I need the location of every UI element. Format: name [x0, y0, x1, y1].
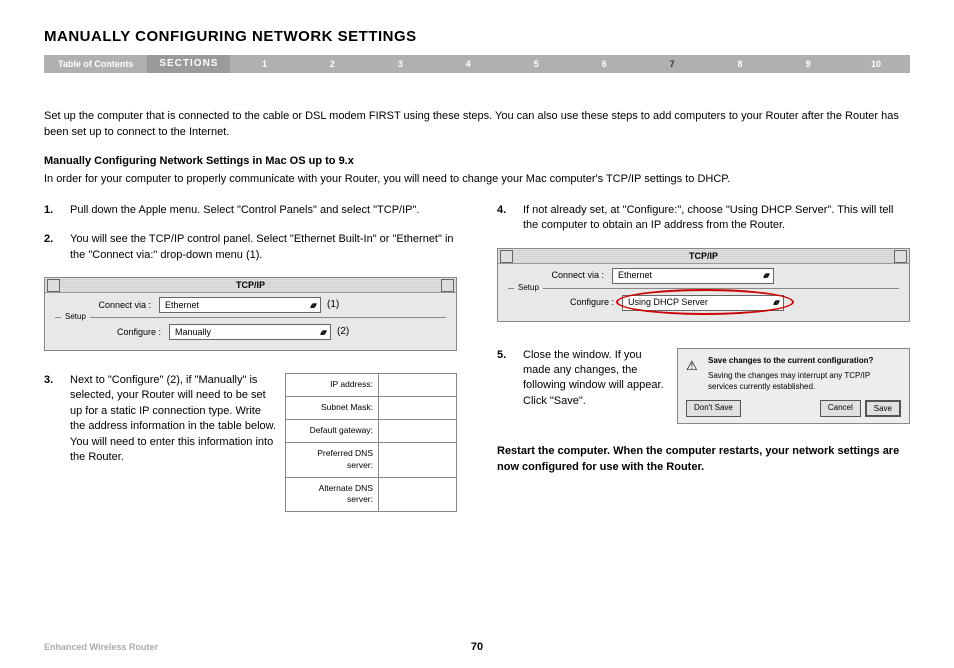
sections-bar: Table of Contents SECTIONS 1 2 3 4 5 6 7… — [44, 55, 910, 73]
callout-2: (2) — [337, 325, 349, 339]
section-9[interactable]: 9 — [774, 59, 842, 69]
step-1: 1. Pull down the Apple menu. Select "Con… — [44, 203, 457, 218]
configure-label: Configure : — [91, 326, 161, 339]
connect-via-label: Connect via : — [81, 299, 151, 312]
dialog-message: Save changes to the current configuratio… — [708, 355, 901, 366]
step-number: 1. — [44, 203, 70, 218]
step-text: Pull down the Apple menu. Select "Contro… — [70, 203, 457, 218]
sections-label: SECTIONS — [147, 55, 230, 73]
callout-1: (1) — [327, 298, 339, 312]
chevron-updown-icon: ▴▾ — [320, 326, 325, 339]
table-label: Preferred DNS server: — [286, 443, 379, 477]
step-number: 2. — [44, 232, 70, 263]
configure-dropdown[interactable]: Manually ▴▾ — [169, 324, 331, 340]
window-titlebar: TCP/IP — [45, 278, 456, 293]
restart-note: Restart the computer. When the computer … — [497, 444, 910, 475]
left-column: 1. Pull down the Apple menu. Select "Con… — [44, 203, 457, 556]
save-dialog: ⚠ Save changes to the current configurat… — [677, 348, 910, 425]
step-5: 5. ⚠ Save changes to the current configu… — [497, 348, 910, 425]
step-text: ⚠ Save changes to the current configurat… — [523, 348, 910, 425]
step-number: 5. — [497, 348, 523, 425]
setup-group: Configure : Manually ▴▾ (2) — [55, 317, 446, 350]
setup-group: Configure : Using DHCP Server ▴▾ — [508, 288, 899, 321]
intro-text: Set up the computer that is connected to… — [44, 109, 910, 141]
section-6[interactable]: 6 — [570, 59, 638, 69]
step-text: If not already set, at "Configure:", cho… — [523, 203, 910, 234]
save-button[interactable]: Save — [865, 400, 901, 417]
window-titlebar: TCP/IP — [498, 249, 909, 264]
address-table: IP address: Subnet Mask: Default gateway… — [285, 373, 457, 512]
section-4[interactable]: 4 — [434, 59, 502, 69]
dropdown-value: Ethernet — [618, 269, 652, 282]
tcpip-panel-2: TCP/IP Connect via : Ethernet ▴▾ Configu… — [497, 248, 910, 322]
connect-via-dropdown[interactable]: Ethernet ▴▾ — [159, 297, 321, 313]
section-2[interactable]: 2 — [298, 59, 366, 69]
table-label: Default gateway: — [286, 420, 379, 442]
product-name: Enhanced Wireless Router — [44, 642, 158, 652]
page-title: MANUALLY CONFIGURING NETWORK SETTINGS — [44, 28, 910, 45]
dropdown-value: Using DHCP Server — [628, 296, 708, 309]
window-title: TCP/IP — [236, 280, 265, 290]
section-1[interactable]: 1 — [230, 59, 298, 69]
table-label: Alternate DNS server: — [286, 478, 379, 512]
step-2: 2. You will see the TCP/IP control panel… — [44, 232, 457, 263]
table-label: Subnet Mask: — [286, 397, 379, 419]
configure-label: Configure : — [544, 296, 614, 309]
tcpip-panel-1: TCP/IP Connect via : Ethernet ▴▾ (1) Con… — [44, 277, 457, 351]
subheading: Manually Configuring Network Settings in… — [44, 155, 910, 167]
connect-via-label: Connect via : — [534, 269, 604, 282]
table-label: IP address: — [286, 374, 379, 396]
configure-dropdown[interactable]: Using DHCP Server ▴▾ — [622, 295, 784, 311]
right-column: 4. If not already set, at "Configure:", … — [497, 203, 910, 556]
subintro-text: In order for your computer to properly c… — [44, 173, 910, 185]
close-box-icon[interactable] — [500, 250, 513, 263]
cancel-button[interactable]: Cancel — [820, 400, 861, 417]
close-box-icon[interactable] — [47, 279, 60, 292]
dropdown-value: Manually — [175, 326, 211, 339]
step-4: 4. If not already set, at "Configure:", … — [497, 203, 910, 234]
section-5[interactable]: 5 — [502, 59, 570, 69]
section-8[interactable]: 8 — [706, 59, 774, 69]
chevron-updown-icon: ▴▾ — [310, 299, 315, 312]
warning-icon: ⚠ — [686, 357, 698, 375]
toc-link[interactable]: Table of Contents — [44, 59, 147, 69]
step-text: You will see the TCP/IP control panel. S… — [70, 232, 457, 263]
window-title: TCP/IP — [689, 251, 718, 261]
step-number: 4. — [497, 203, 523, 234]
step-3: 3. IP address: Subnet Mask: Default gate… — [44, 373, 457, 542]
step-text: IP address: Subnet Mask: Default gateway… — [70, 373, 457, 542]
section-10[interactable]: 10 — [842, 59, 910, 69]
dropdown-value: Ethernet — [165, 299, 199, 312]
section-7[interactable]: 7 — [638, 59, 706, 69]
chevron-updown-icon: ▴▾ — [763, 269, 768, 282]
chevron-updown-icon: ▴▾ — [773, 296, 778, 309]
dont-save-button[interactable]: Don't Save — [686, 400, 741, 417]
zoom-box-icon[interactable] — [441, 279, 454, 292]
connect-via-dropdown[interactable]: Ethernet ▴▾ — [612, 268, 774, 284]
section-3[interactable]: 3 — [366, 59, 434, 69]
page-number: 70 — [471, 641, 483, 653]
dialog-submessage: Saving the changes may interrupt any TCP… — [708, 370, 901, 392]
step-number: 3. — [44, 373, 70, 542]
page-footer: Enhanced Wireless Router 70 — [44, 642, 910, 652]
zoom-box-icon[interactable] — [894, 250, 907, 263]
